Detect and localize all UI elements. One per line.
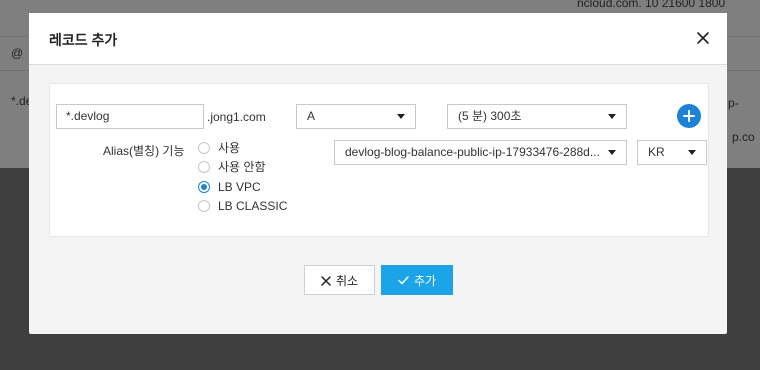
add-record-dialog: 레코드 추가 *.devlog .jong1.com A (5 분) 300초 [29, 13, 727, 334]
close-icon [321, 276, 331, 286]
record-form-panel: *.devlog .jong1.com A (5 분) 300초 Alias(별… [49, 83, 709, 237]
plus-circle-icon [683, 110, 695, 122]
record-type-value: A [307, 109, 316, 123]
record-name-input[interactable]: *.devlog [56, 104, 204, 129]
alias-option-label: 사용 안함 [218, 160, 266, 174]
check-icon [398, 276, 409, 285]
add-label: 추가 [413, 273, 437, 288]
domain-suffix: .jong1.com [207, 110, 266, 124]
radio-button [198, 142, 210, 154]
alias-option-lb-classic[interactable]: LB CLASSIC [198, 199, 308, 215]
alias-option-lb-vpc[interactable]: LB VPC [198, 180, 288, 196]
region-select[interactable]: KR [637, 140, 707, 165]
cancel-button[interactable]: 취소 [304, 265, 375, 295]
radio-button-checked [198, 181, 210, 193]
alias-label: Alias(별칭) 기능 [103, 144, 185, 158]
chevron-down-icon [688, 150, 696, 155]
radio-button [198, 200, 210, 212]
alias-option-label: LB CLASSIC [218, 199, 288, 213]
record-type-select[interactable]: A [296, 104, 416, 129]
chevron-down-icon [397, 114, 405, 119]
chevron-down-icon [608, 114, 616, 119]
cancel-label: 취소 [335, 273, 359, 288]
ttl-value: (5 분) 300초 [458, 109, 522, 123]
close-icon [697, 32, 709, 44]
chevron-down-icon [608, 150, 616, 155]
radio-button [198, 161, 210, 173]
add-button[interactable]: 추가 [381, 265, 453, 295]
dialog-title: 레코드 추가 [49, 32, 118, 48]
dialog-header: 레코드 추가 [29, 13, 727, 65]
alias-option-use[interactable]: 사용 [198, 141, 278, 157]
add-record-row-button[interactable] [677, 104, 701, 128]
alias-option-label: LB VPC [218, 180, 261, 194]
close-button[interactable] [693, 28, 713, 48]
record-name-value: .devlog [70, 109, 110, 123]
alias-option-label: 사용 [218, 141, 241, 155]
alias-option-not-use[interactable]: 사용 안함 [198, 160, 298, 176]
ttl-select[interactable]: (5 분) 300초 [447, 104, 627, 129]
alias-target-value: devlog-blog-balance-public-ip-17933476-2… [345, 145, 600, 159]
alias-target-select[interactable]: devlog-blog-balance-public-ip-17933476-2… [334, 140, 627, 165]
